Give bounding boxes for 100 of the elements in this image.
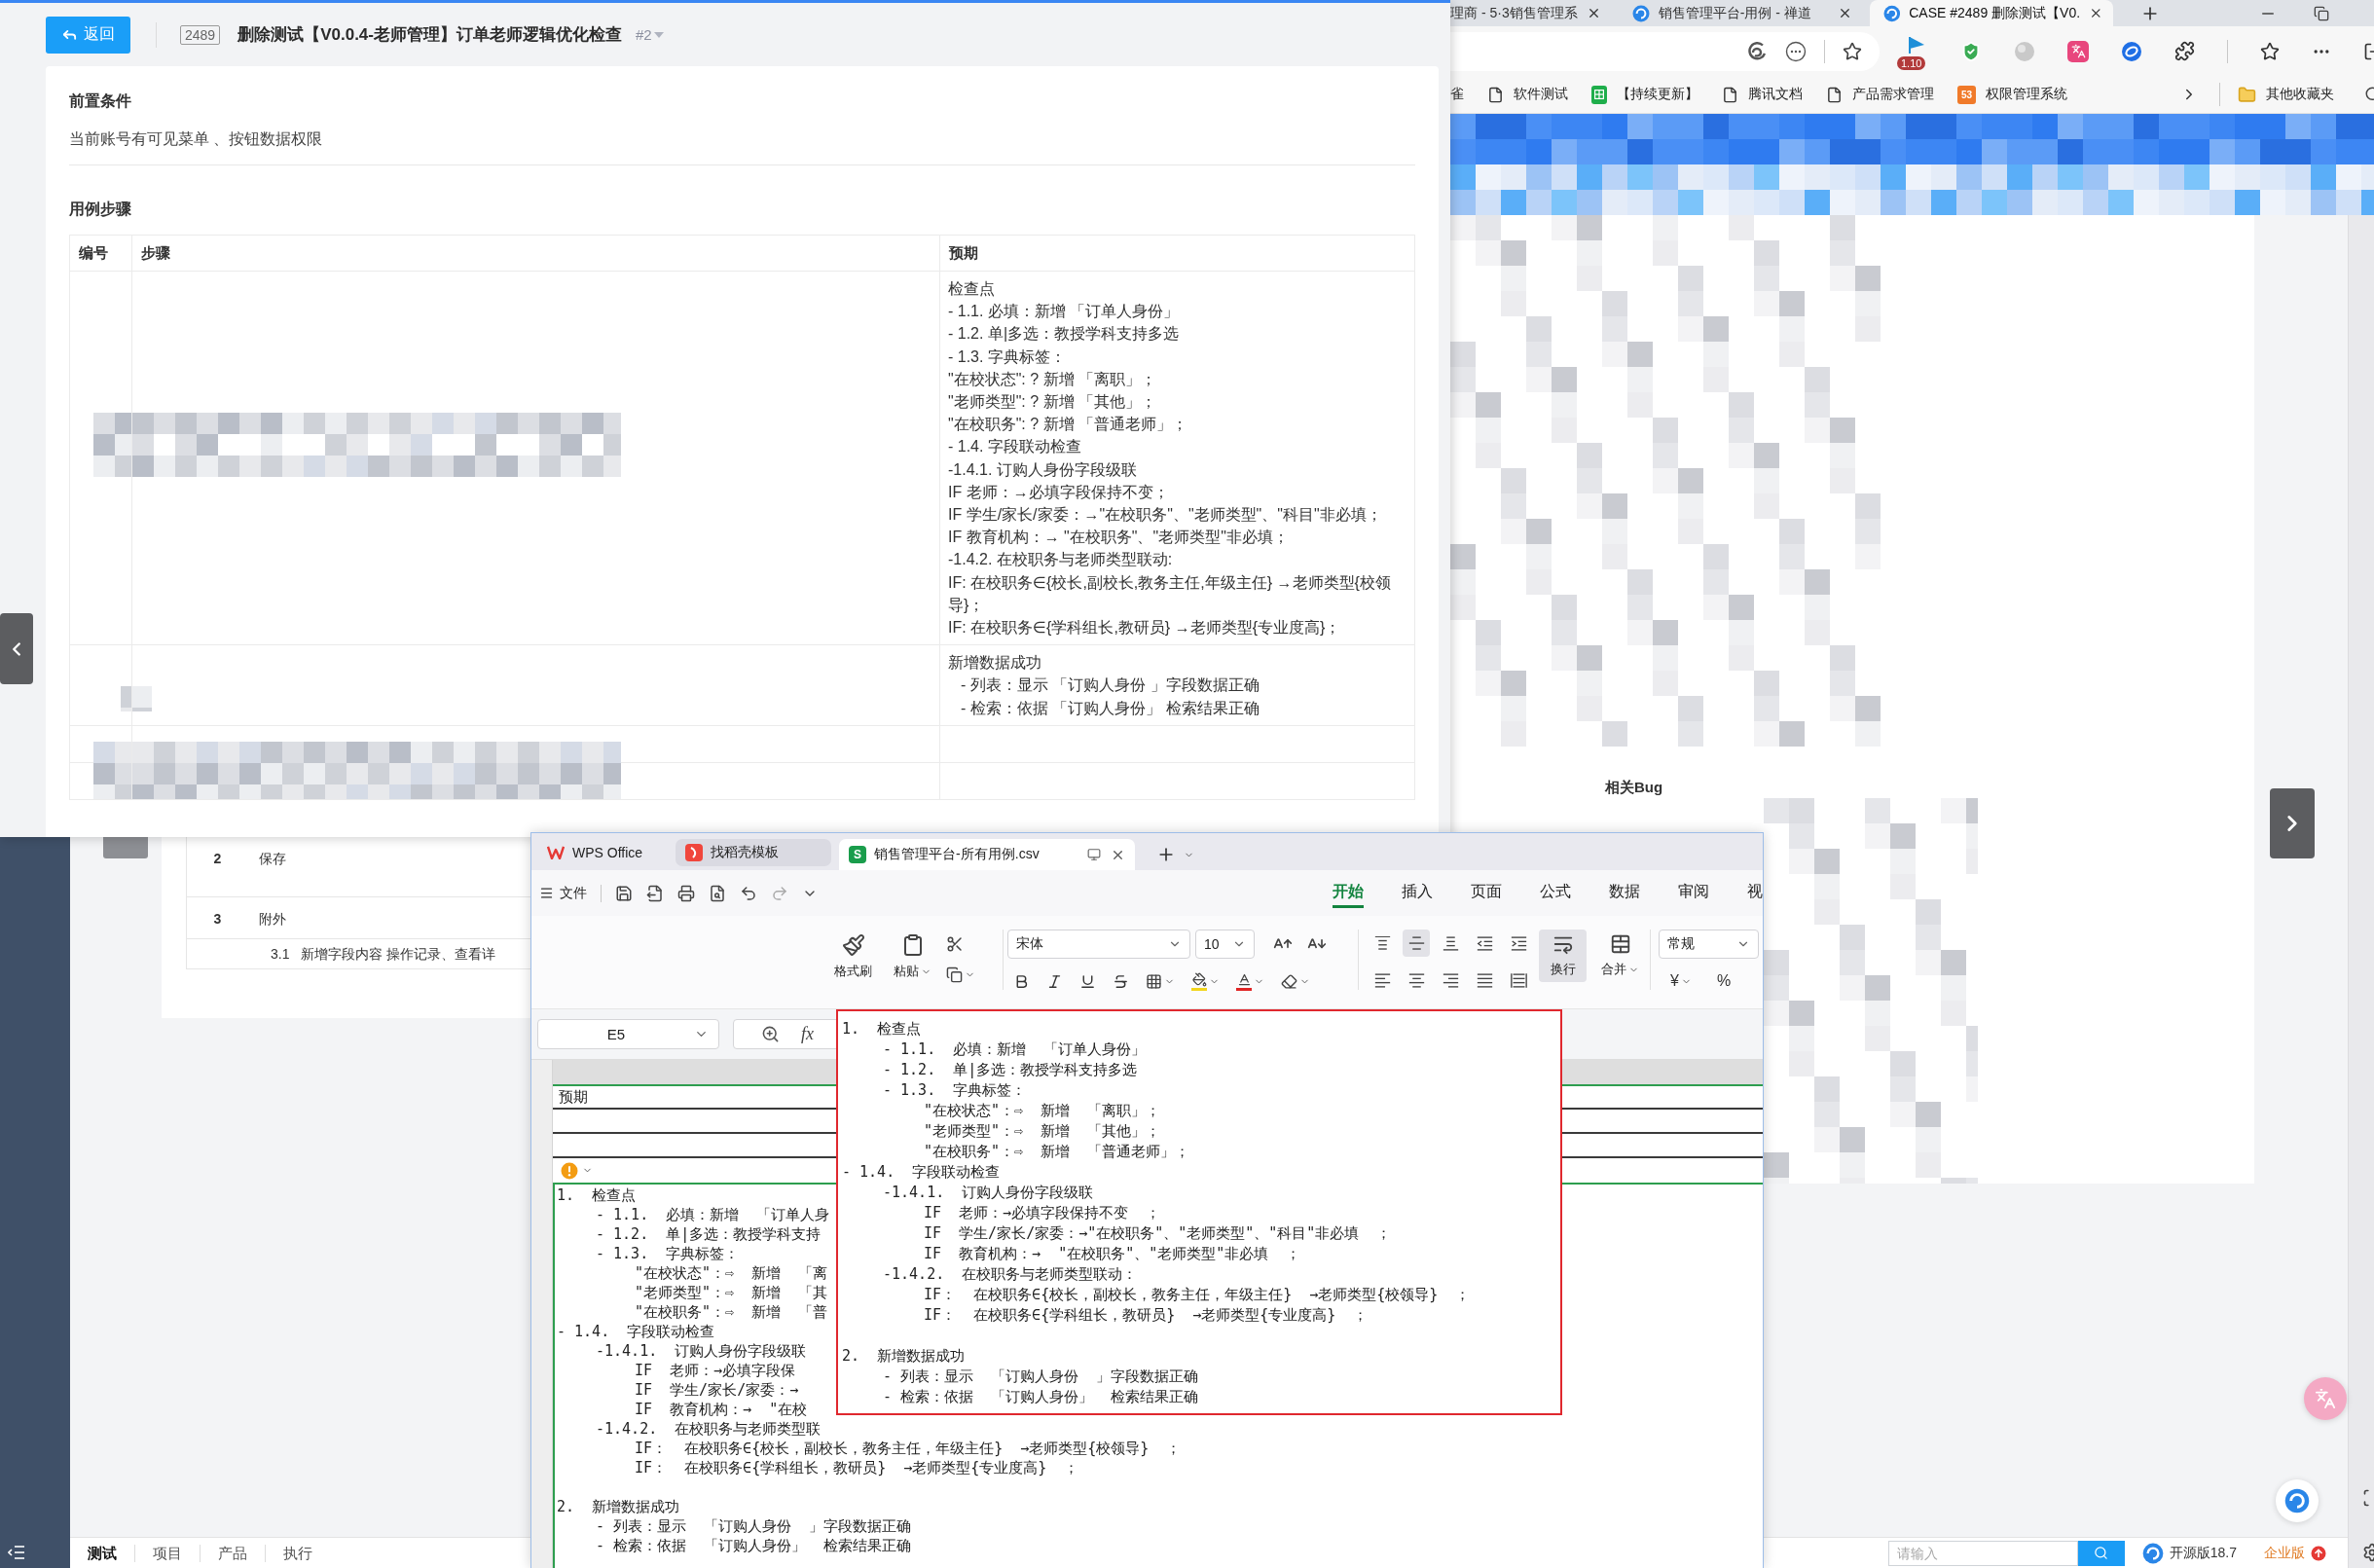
- paste-button[interactable]: 粘贴: [889, 930, 936, 984]
- borders-icon[interactable]: [1146, 972, 1162, 990]
- ring-logo-icon[interactable]: [2121, 40, 2142, 62]
- number-format-select[interactable]: 常规: [1659, 930, 1759, 959]
- browser-tab[interactable]: 销售管理平台-用例 - 禅道: [1618, 0, 1862, 26]
- document-tab[interactable]: 找稻壳模板: [676, 839, 832, 866]
- exit-icon[interactable]: [2363, 41, 2374, 61]
- tab-handle[interactable]: [103, 837, 148, 858]
- ribbon-tab[interactable]: 视: [1747, 878, 1763, 908]
- cell-text-line: "老师类型"：⇨ 新增 「其: [635, 1283, 828, 1302]
- italic-icon[interactable]: [1046, 972, 1063, 990]
- bookmark-link[interactable]: 【持续更新】: [1591, 85, 1698, 104]
- percent-button[interactable]: %: [1716, 972, 1732, 990]
- bookmark-link[interactable]: 雀: [1450, 86, 1464, 103]
- align-middle-button[interactable]: [1403, 930, 1430, 957]
- browser-tab[interactable]: CASE #2489 删除测试【V0.: [1869, 0, 2113, 26]
- print-preview-icon[interactable]: [709, 884, 726, 902]
- swirl-logo-icon: [2284, 1488, 2310, 1513]
- font-select[interactable]: 宋体: [1007, 930, 1190, 959]
- favorites-icon[interactable]: [2260, 41, 2280, 61]
- preview-text-line: 1. 检查点: [842, 1019, 922, 1039]
- collapse-menu-icon[interactable]: [8, 1545, 25, 1560]
- error-check-button[interactable]: [561, 1161, 593, 1180]
- bookmark-link[interactable]: 腾讯文档: [1722, 86, 1803, 103]
- ribbon-tab[interactable]: 审阅: [1678, 878, 1709, 908]
- step-text: 附外: [258, 910, 287, 929]
- bookmark-folder[interactable]: 其他收藏夹: [2238, 85, 2334, 104]
- ribbon-tab[interactable]: 插入: [1402, 878, 1433, 908]
- step-number: 3.1: [271, 945, 290, 964]
- restore-icon[interactable]: [2314, 5, 2329, 21]
- caret-icon: [653, 31, 664, 38]
- bookmark-link[interactable]: 53 权限管理系统: [1957, 85, 2067, 104]
- copy-icon[interactable]: [946, 966, 963, 983]
- ribbon-tab[interactable]: 公式: [1540, 878, 1571, 908]
- ribbon-tab[interactable]: 数据: [1609, 878, 1640, 908]
- translate-icon[interactable]: [2067, 40, 2089, 62]
- shield-icon[interactable]: [1960, 40, 1982, 62]
- preview-text-line: IF： 在校职务∈{校长，副校长，教务主任，年级主任} →老师类型{校领导} ；: [924, 1285, 1471, 1305]
- nav-tab[interactable]: 测试: [70, 1544, 134, 1562]
- preview-text-line: IF 教育机构：→ "在校职务"、"老师类型"非必填 ；: [924, 1244, 1301, 1264]
- currency-button[interactable]: ¥: [1670, 972, 1679, 990]
- search-button[interactable]: [2077, 1540, 2125, 1566]
- more-icon[interactable]: [1785, 40, 1807, 62]
- search-field[interactable]: 请输入: [1887, 1540, 2078, 1566]
- zoom-icon[interactable]: [761, 1025, 780, 1043]
- expected-line: IF 学生/家长/家委：→"在校职务"、"老师类型"、"科目"非必填；: [948, 505, 1382, 526]
- cell-text-line: -1.4.1. 订购人身份字段级联: [596, 1341, 807, 1361]
- cell-text-line: - 列表：显示 「订购人身份 」字段数据正确: [596, 1516, 912, 1536]
- align-distribute-icon: [1510, 972, 1527, 988]
- print-icon[interactable]: [677, 884, 695, 902]
- settings-icon[interactable]: [2362, 1543, 2374, 1562]
- swirl-icon[interactable]: [1746, 40, 1768, 62]
- font-size-select[interactable]: 10: [1195, 930, 1255, 959]
- cut-icon[interactable]: [946, 935, 964, 953]
- merge-cells-icon: [1609, 933, 1631, 955]
- file-menu-button[interactable]: 文件: [539, 884, 587, 902]
- preview-text-line: -1.4.2. 在校职务与老师类型联动：: [883, 1264, 1138, 1285]
- expected-line: IF 教育机构：→ "在校职务"、"老师类型"非必填；: [948, 528, 1289, 548]
- column-header: 预期: [940, 236, 1415, 272]
- cell-text-line: -1.4.2. 在校职务与老师类型联: [596, 1419, 822, 1439]
- preview-text-line: 2. 新增数据成功: [842, 1346, 966, 1367]
- favorite-star-icon[interactable]: [1843, 41, 1862, 61]
- search-icon[interactable]: [2364, 86, 2374, 103]
- section-title: 前置条件: [69, 91, 131, 111]
- ribbon-tab[interactable]: 页面: [1471, 878, 1502, 908]
- font-color-icon[interactable]: [1236, 971, 1252, 991]
- insert-function-button[interactable]: fx: [801, 1024, 814, 1044]
- bookmark-link[interactable]: 软件测试: [1487, 86, 1568, 103]
- wrap-text-button[interactable]: 换行: [1539, 930, 1587, 982]
- name-box[interactable]: E5: [537, 1019, 719, 1049]
- bookmark-link[interactable]: 产品需求管理: [1826, 86, 1934, 103]
- previous-button[interactable]: [0, 613, 33, 684]
- next-button[interactable]: [2270, 788, 2315, 858]
- monitor-icon[interactable]: [1087, 848, 1102, 861]
- nav-tab[interactable]: 项目: [134, 1544, 200, 1562]
- spreadsheet-icon: [1591, 85, 1607, 104]
- ribbon-tab[interactable]: 开始: [1333, 878, 1364, 908]
- nav-tab[interactable]: 执行: [265, 1544, 330, 1562]
- browser-tab[interactable]: 理商 - 5·3销售管理系: [1450, 0, 1611, 26]
- merge-button[interactable]: 合并: [1596, 930, 1644, 982]
- underline-icon[interactable]: [1079, 972, 1096, 990]
- save-icon[interactable]: [615, 884, 633, 902]
- expected-line: -1.4.1. 订购人身份字段级联: [948, 459, 1137, 480]
- format-painter-button[interactable]: 格式刷: [829, 930, 877, 984]
- cell-text-line: IF 学生/家长/家委：→: [635, 1380, 799, 1400]
- export-icon[interactable]: [646, 884, 664, 902]
- cell-text-line: "在校状态"：⇨ 新增 「离: [635, 1263, 828, 1283]
- extensions-icon[interactable]: [2174, 41, 2195, 61]
- template-logo-icon: [685, 844, 704, 861]
- flag-icon[interactable]: [1907, 34, 1926, 55]
- precondition-text: 当前账号有可见菜单 、按钮数据权限: [69, 129, 323, 149]
- arrow-up-circle-icon[interactable]: [2311, 1545, 2326, 1561]
- warning-icon: [561, 1161, 578, 1180]
- document-tab[interactable]: S 销售管理平台-所有用例.csv: [839, 839, 1136, 870]
- fill-color-icon[interactable]: [1191, 971, 1207, 991]
- strikethrough-icon[interactable]: [1113, 972, 1129, 990]
- document-tab[interactable]: WPS Office: [537, 839, 653, 866]
- undo-icon[interactable]: [740, 884, 757, 902]
- nav-tab[interactable]: 产品: [200, 1544, 265, 1562]
- eraser-icon[interactable]: [1281, 972, 1297, 990]
